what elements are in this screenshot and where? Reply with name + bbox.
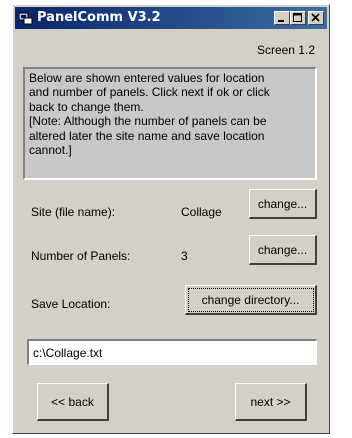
close-button[interactable] (308, 11, 324, 25)
back-button[interactable]: << back (37, 383, 109, 421)
info-line: back to change them. (29, 99, 144, 114)
change-site-button[interactable]: change... (249, 189, 317, 219)
minimize-icon (278, 20, 284, 22)
info-line: cannot.] (29, 143, 72, 158)
app-icon (18, 11, 33, 25)
site-value: Collage (181, 205, 222, 219)
screen-label: Screen 1.2 (256, 43, 315, 57)
panels-label: Number of Panels: (31, 249, 131, 263)
panels-value: 3 (181, 249, 188, 263)
change-panels-button[interactable]: change... (249, 235, 317, 265)
site-label: Site (file name): (31, 205, 116, 219)
info-line: [Note: Although the number of panels can… (29, 114, 267, 129)
panelcomm-window: PanelComm V3.2 Screen 1.2 Below are show… (12, 4, 330, 434)
window-title: PanelComm V3.2 (37, 10, 161, 25)
info-line: and number of panels. Click next if ok o… (29, 85, 270, 100)
maximize-icon (293, 13, 302, 22)
save-path-field[interactable] (27, 339, 317, 365)
minimize-button[interactable] (274, 11, 290, 25)
next-button[interactable]: next >> (235, 383, 307, 421)
maximize-button[interactable] (290, 11, 306, 25)
change-directory-button[interactable]: change directory... (185, 285, 317, 315)
close-icon (311, 13, 320, 22)
info-line: Below are shown entered values for locat… (29, 71, 265, 85)
info-line: altered later the site name and save loc… (29, 128, 265, 143)
title-bar[interactable]: PanelComm V3.2 (15, 7, 327, 29)
info-text-box: Below are shown entered values for locat… (23, 67, 317, 180)
save-location-label: Save Location: (31, 297, 111, 311)
